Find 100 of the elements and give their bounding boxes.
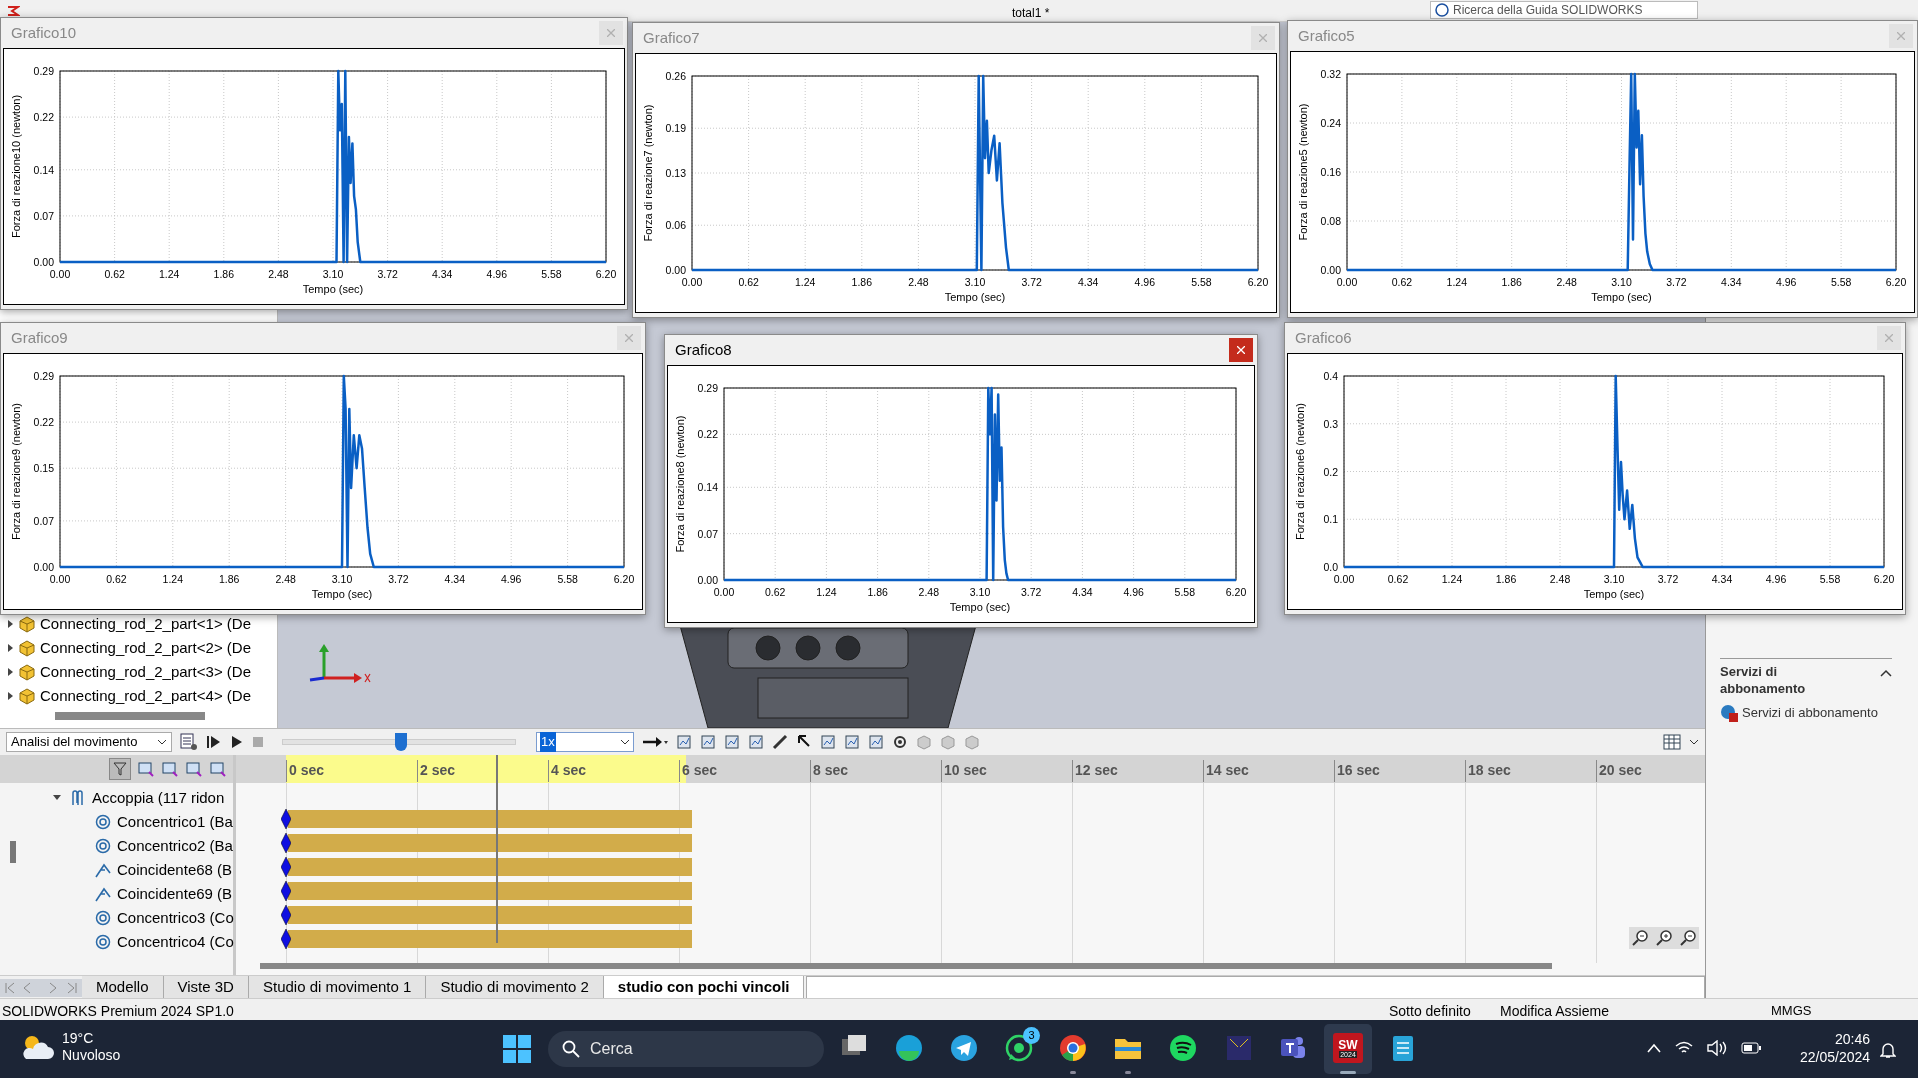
tree-item-label[interactable]: Connecting_rod_2_part<4> (De: [40, 684, 251, 708]
window-title: Grafico9: [11, 327, 68, 348]
keyframe-icon[interactable]: [281, 929, 291, 949]
table-icon[interactable]: [1663, 734, 1681, 750]
taskbar-search-field[interactable]: Cerca: [548, 1031, 824, 1067]
tick-label: 6.20: [595, 268, 617, 280]
keyframe-icon[interactable]: [281, 881, 291, 901]
chat-bubble-icon[interactable]: [1004, 1033, 1034, 1063]
study-tab[interactable]: Studio di movimento 1: [248, 976, 427, 999]
axis-title: Forza di reazione9 (newton): [10, 403, 22, 540]
part-icon: [18, 639, 36, 657]
keyframe-icon[interactable]: [281, 833, 291, 853]
tree-item-label[interactable]: Concentrico4 (Co: [117, 930, 234, 954]
tick-label: 0.00: [33, 561, 54, 573]
chart-icon[interactable]: [209, 760, 227, 778]
close-icon: [607, 29, 615, 37]
keyframe-icon[interactable]: [281, 809, 291, 829]
tick-label: 1.86: [851, 276, 872, 288]
tick-label: 0.06: [665, 219, 686, 232]
tick-label: 0.13: [665, 167, 686, 179]
tick-label: 4.34: [432, 268, 453, 280]
study-tab[interactable]: studio con pochi vincoli: [603, 976, 805, 999]
subscription-link[interactable]: Servizi di abbonamento: [1742, 703, 1878, 723]
slider-thumb[interactable]: [395, 733, 408, 751]
tick-label: 2.48: [918, 586, 939, 598]
tick-label: 0.00: [1333, 573, 1355, 585]
axis-title: Tempo (sec): [944, 291, 1006, 303]
colored-ring-icon[interactable]: [1058, 1033, 1088, 1063]
tick-label: 1.24: [162, 573, 183, 585]
help-search-field[interactable]: Ricerca della Guida SOLIDWORKS: [1430, 1, 1698, 19]
tick-label: 0.00: [49, 573, 71, 585]
paper-plane-icon[interactable]: [949, 1033, 979, 1063]
study-type-dropdown[interactable]: Analisi del movimento: [6, 732, 172, 752]
tree-item-label[interactable]: Coincidente68 (B: [117, 858, 233, 882]
tick-label: 1.86: [213, 268, 234, 280]
window-title: Grafico10: [11, 22, 77, 43]
clock-time[interactable]: 20:46: [1835, 1030, 1871, 1048]
sound-waves-icon[interactable]: [1168, 1033, 1198, 1063]
tree-item-label[interactable]: Concentrico3 (Co: [117, 906, 234, 930]
study-tab[interactable]: Modello: [82, 976, 164, 999]
play-from-start-icon[interactable]: [206, 734, 222, 750]
tick-label: 3.72: [1021, 586, 1042, 598]
section-title: Servizi di abbonamento: [1720, 663, 1807, 697]
zoom-fit-icon[interactable]: [1631, 929, 1649, 947]
time-label: 14 sec: [1203, 760, 1249, 782]
chart-icon[interactable]: [868, 734, 884, 750]
tick-label: 5.58: [1819, 573, 1841, 585]
search-icon: [562, 1040, 580, 1058]
tick-label: 1.24: [816, 586, 837, 598]
time-label: 18 sec: [1465, 760, 1511, 782]
concentric-circles-icon: [95, 838, 111, 854]
tick-label: 4.34: [1078, 276, 1099, 288]
tree-item-label[interactable]: Coincidente69 (B: [117, 882, 233, 906]
battery-icon[interactable]: [1741, 1042, 1761, 1054]
tree-item-label[interactable]: Concentrico2 (Ba: [117, 834, 233, 858]
windows-start-icon[interactable]: [503, 1035, 531, 1063]
tick-label: 5.58: [1191, 276, 1212, 288]
tree-item-label[interactable]: Connecting_rod_2_part<2> (De: [40, 636, 251, 660]
tree-item-label[interactable]: Connecting_rod_2_part<1> (De: [40, 612, 251, 636]
close-button[interactable]: [1229, 338, 1253, 362]
temperature: 19°C: [62, 1030, 95, 1047]
speed-dropdown[interactable]: 1x: [536, 732, 634, 752]
tick-label: 1.24: [1441, 573, 1463, 585]
tick-label: 0.07: [33, 209, 54, 222]
scrollbar-thumb[interactable]: [260, 963, 1552, 969]
calculate-icon[interactable]: [180, 733, 198, 751]
expand-caret-icon[interactable]: [6, 668, 14, 676]
chevron-up-icon[interactable]: [1880, 669, 1892, 677]
expand-caret-icon[interactable]: [6, 692, 14, 700]
keyframe-icon[interactable]: [281, 857, 291, 877]
bell-icon[interactable]: [1880, 1041, 1896, 1059]
time-label: 0 sec: [286, 760, 325, 782]
speaker-icon[interactable]: [1707, 1040, 1727, 1056]
tree-item-label[interactable]: Concentrico1 (Ba: [117, 810, 233, 834]
study-tab[interactable]: Studio di movimento 2: [426, 976, 604, 999]
zoom-in-icon[interactable]: [1655, 929, 1673, 947]
unit-system[interactable]: MMGS: [1771, 1001, 1812, 1021]
tick-label: 0.62: [106, 573, 127, 585]
window-title: Grafico7: [643, 27, 700, 48]
clock-date[interactable]: 22/05/2024: [1800, 1048, 1871, 1066]
collapse-caret-icon[interactable]: [52, 794, 62, 802]
play-icon[interactable]: [230, 734, 244, 750]
pen-icon[interactable]: [772, 734, 788, 750]
keyframe-icon[interactable]: [281, 905, 291, 925]
expand-caret-icon[interactable]: [6, 644, 14, 652]
time-label: 20 sec: [1596, 760, 1642, 782]
wave-swirl-icon[interactable]: [894, 1033, 924, 1063]
app-logo-icon: [6, 3, 20, 18]
tree-item-label[interactable]: Connecting_rod_2_part<3> (De: [40, 660, 251, 684]
tree-item-label[interactable]: Accoppia (117 ridon: [92, 786, 225, 810]
scrollbar-thumb[interactable]: [55, 712, 205, 720]
dropdown-caret-icon[interactable]: [1689, 739, 1699, 745]
splitter-handle[interactable]: [10, 841, 16, 863]
arrow-right-icon[interactable]: [642, 735, 668, 749]
tick-label: 3.10: [322, 268, 344, 280]
tick-label: 0.22: [33, 111, 54, 124]
wifi-icon[interactable]: [1675, 1041, 1693, 1055]
zoom-out-icon[interactable]: [1679, 929, 1697, 947]
tick-label: 0.1: [1323, 513, 1338, 526]
expand-caret-icon[interactable]: [6, 620, 14, 628]
